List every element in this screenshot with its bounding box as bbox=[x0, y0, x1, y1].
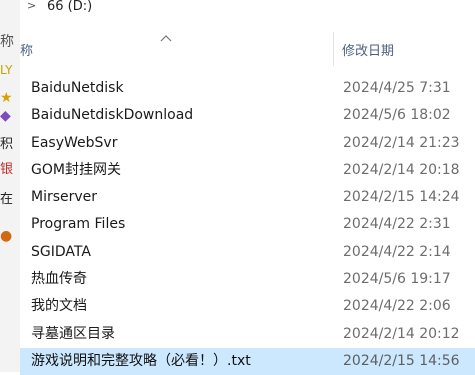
column-header-name[interactable]: 称 bbox=[20, 40, 33, 59]
file-list: BaiduNetdisk 2024/4/25 7:31 BaiduNetdiskDo… bbox=[20, 75, 475, 375]
file-date-modified: 2024/2/14 20:12 bbox=[343, 325, 460, 342]
file-name: SGIDATA bbox=[31, 243, 91, 260]
file-date-modified: 2024/2/15 14:56 bbox=[343, 352, 460, 369]
file-row[interactable]: 游戏说明和完整攻略（必看！）.txt 2024/2/15 14:56 bbox=[20, 347, 475, 375]
file-row[interactable]: SGIDATA 2024/4/22 2:14 bbox=[20, 239, 475, 266]
diamond-icon: ◆ bbox=[0, 108, 11, 124]
background-glyph: 称 bbox=[0, 34, 14, 50]
file-row[interactable]: 我的文档 2024/4/22 2:06 bbox=[20, 293, 475, 320]
drive-label: 66 (D:) bbox=[47, 0, 93, 14]
background-window-strip: 称 LY ★ ◆ 积 银 在 ● bbox=[0, 0, 20, 372]
file-date-modified: 2024/5/6 19:17 bbox=[343, 271, 451, 288]
file-row[interactable]: 热血传奇 2024/5/6 19:17 bbox=[20, 266, 475, 293]
file-row[interactable]: Program Files 2024/4/22 2:31 bbox=[20, 211, 475, 238]
file-date-modified: 2024/4/25 7:31 bbox=[343, 80, 451, 96]
file-name: EasyWebSvr bbox=[31, 134, 118, 151]
file-name: BaiduNetdisk bbox=[31, 80, 124, 96]
file-name: Mirserver bbox=[31, 189, 98, 206]
file-explorer-window: > 66 (D:) 称 修改日期 BaiduNetdisk 2024/4/25 7… bbox=[20, 0, 475, 375]
background-glyph: LY bbox=[0, 63, 13, 77]
file-name: BaiduNetdiskDownload bbox=[31, 107, 194, 124]
file-date-modified: 2024/2/15 14:24 bbox=[343, 189, 460, 206]
file-name: 游戏说明和完整攻略（必看！）.txt bbox=[31, 352, 251, 369]
column-header-date-modified[interactable]: 修改日期 bbox=[342, 40, 394, 59]
file-name: Program Files bbox=[31, 216, 126, 233]
sort-ascending-icon bbox=[160, 32, 172, 45]
background-glyph: 积 bbox=[0, 137, 14, 152]
file-date-modified: 2024/5/6 18:02 bbox=[343, 107, 451, 124]
file-name: 寻墓通区目录 bbox=[31, 325, 115, 342]
column-divider[interactable] bbox=[333, 32, 334, 66]
file-name: 热血传奇 bbox=[31, 271, 87, 288]
background-glyph: 在 bbox=[0, 192, 14, 207]
column-header-bar: 称 修改日期 bbox=[20, 30, 475, 66]
file-row[interactable]: 寻墓通区目录 2024/2/14 20:12 bbox=[20, 321, 475, 348]
file-row[interactable]: Mirserver 2024/2/15 14:24 bbox=[20, 184, 475, 211]
file-date-modified: 2024/4/22 2:06 bbox=[343, 298, 451, 315]
nav-tree-item-drive[interactable]: > 66 (D:) bbox=[20, 0, 475, 16]
file-name: GOM封挂网关 bbox=[31, 161, 121, 178]
background-glyph: 银 bbox=[0, 162, 14, 177]
file-date-modified: 2024/4/22 2:14 bbox=[343, 243, 451, 260]
file-row[interactable]: EasyWebSvr 2024/2/14 21:23 bbox=[20, 130, 475, 157]
star-icon: ★ bbox=[0, 90, 13, 106]
file-row[interactable]: GOM封挂网关 2024/2/14 20:18 bbox=[20, 157, 475, 184]
user-icon: ● bbox=[0, 228, 13, 244]
file-row[interactable]: BaiduNetdisk 2024/4/25 7:31 bbox=[20, 75, 475, 102]
file-date-modified: 2024/2/14 21:23 bbox=[343, 134, 460, 151]
chevron-right-icon[interactable]: > bbox=[27, 0, 36, 13]
file-date-modified: 2024/2/14 20:18 bbox=[343, 161, 460, 178]
file-row[interactable]: BaiduNetdiskDownload 2024/5/6 18:02 bbox=[20, 102, 475, 129]
file-name: 我的文档 bbox=[31, 298, 87, 315]
file-date-modified: 2024/4/22 2:31 bbox=[343, 216, 451, 233]
